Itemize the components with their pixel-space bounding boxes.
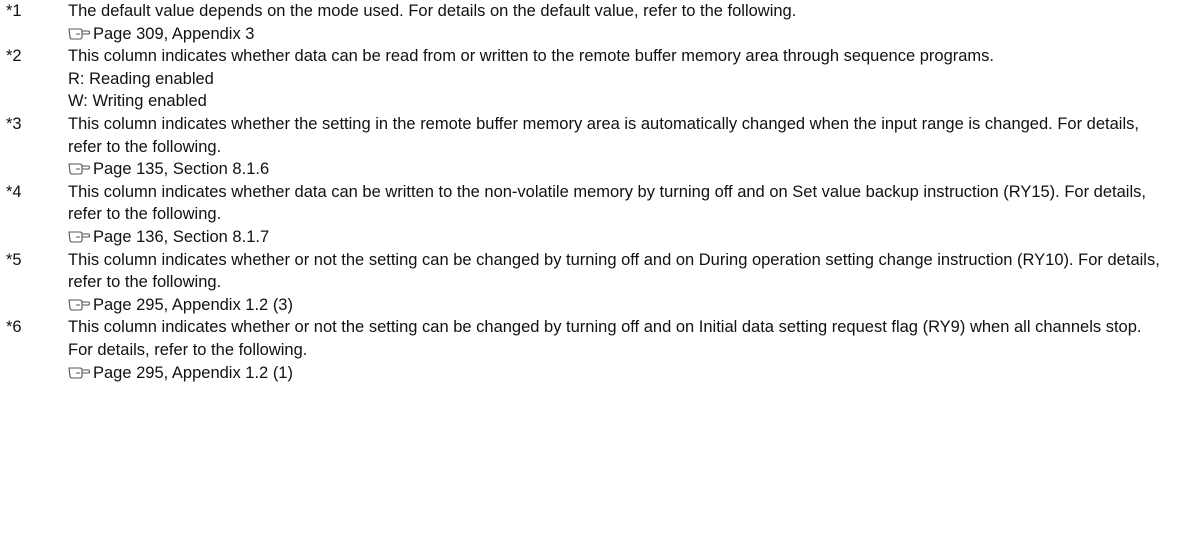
footnote-mark: *1 bbox=[6, 2, 22, 20]
reference-text: Page 295, Appendix 1.2 (1) bbox=[93, 363, 293, 382]
footnote-mark: *5 bbox=[6, 250, 22, 269]
footnotes: *1 The default value depends on the mode… bbox=[0, 0, 1188, 384]
reference-text: Page 295, Appendix 1.2 (3) bbox=[93, 295, 293, 314]
footnote-1: *1 The default value depends on the mode… bbox=[0, 0, 1188, 45]
footnote-text: The default value depends on the mode us… bbox=[68, 2, 797, 20]
reference-text: Page 135, Section 8.1.6 bbox=[93, 160, 270, 179]
footnote-2: *2 This column indicates whether data ca… bbox=[0, 45, 1188, 113]
pointing-hand-icon bbox=[68, 161, 90, 176]
footnote-mark: *6 bbox=[6, 318, 22, 337]
reference-text: Page 136, Section 8.1.7 bbox=[93, 227, 270, 246]
page-reference[interactable]: Page 136, Section 8.1.7 bbox=[68, 226, 1188, 249]
footnote-extra-line: W: Writing enabled bbox=[68, 92, 207, 111]
footnote-mark: *2 bbox=[6, 47, 22, 66]
footnote-text: This column indicates whether or not the… bbox=[68, 318, 1142, 359]
page-reference[interactable]: Page 309, Appendix 3 bbox=[68, 23, 1188, 46]
pointing-hand-icon bbox=[68, 365, 90, 380]
footnote-extra-line: R: Reading enabled bbox=[68, 69, 214, 88]
reference-text: Page 309, Appendix 3 bbox=[93, 24, 255, 43]
footnote-5: *5 This column indicates whether or not … bbox=[0, 249, 1188, 317]
footnote-text: This column indicates whether data can b… bbox=[68, 182, 1146, 224]
footnote-text: This column indicates whether the settin… bbox=[68, 114, 1139, 156]
page-reference[interactable]: Page 295, Appendix 1.2 (1) bbox=[68, 362, 1188, 385]
footnote-4: *4 This column indicates whether data ca… bbox=[0, 181, 1188, 249]
pointing-hand-icon bbox=[68, 297, 90, 312]
page-reference[interactable]: Page 135, Section 8.1.6 bbox=[68, 158, 1188, 181]
footnote-3: *3 This column indicates whether the set… bbox=[0, 113, 1188, 181]
footnote-mark: *4 bbox=[6, 182, 22, 201]
footnote-text: This column indicates whether or not the… bbox=[68, 250, 1160, 292]
footnote-6: *6 This column indicates whether or not … bbox=[0, 316, 1188, 384]
pointing-hand-icon bbox=[68, 26, 90, 41]
page-reference[interactable]: Page 295, Appendix 1.2 (3) bbox=[68, 294, 1188, 317]
footnote-text: This column indicates whether data can b… bbox=[68, 47, 994, 66]
footnote-mark: *3 bbox=[6, 114, 22, 133]
pointing-hand-icon bbox=[68, 229, 90, 244]
